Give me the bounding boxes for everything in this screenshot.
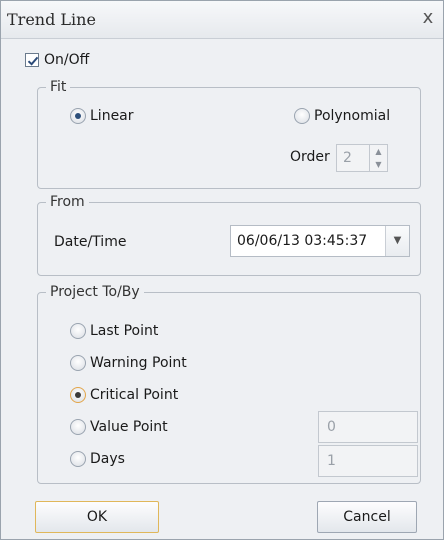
on-off-checkbox[interactable]	[25, 53, 39, 67]
value-point-radio[interactable]	[70, 419, 86, 435]
warning-point-radio[interactable]	[70, 355, 86, 371]
linear-radio[interactable]	[70, 108, 86, 124]
days-input[interactable]: 1	[318, 445, 418, 477]
title-bar: Trend Line x	[1, 1, 443, 39]
order-stepper-arrows[interactable]: ▲ ▼	[369, 145, 387, 171]
chevron-down-icon[interactable]: ▼	[370, 158, 387, 171]
warning-point-label: Warning Point	[90, 355, 187, 371]
days-radio[interactable]	[70, 451, 86, 467]
project-group: Project To/By Last Point Warning Point C…	[37, 283, 421, 484]
linear-label: Linear	[90, 108, 134, 124]
polynomial-label: Polynomial	[314, 108, 391, 124]
project-legend: Project To/By	[46, 283, 144, 301]
on-off-checkbox-row[interactable]: On/Off	[25, 50, 89, 70]
chevron-up-icon[interactable]: ▲	[370, 145, 387, 158]
value-point-value: 0	[327, 419, 336, 435]
ok-button[interactable]: OK	[35, 501, 159, 533]
datetime-picker[interactable]: 06/06/13 03:45:37 ▼	[230, 225, 410, 257]
value-point-input[interactable]: 0	[318, 411, 418, 443]
trend-line-dialog: Trend Line x On/Off Fit Linear Polynomia…	[0, 0, 444, 540]
polynomial-radio[interactable]	[294, 108, 310, 124]
on-off-label: On/Off	[44, 52, 90, 68]
fit-legend: Fit	[46, 78, 71, 96]
critical-point-radio[interactable]	[70, 387, 86, 403]
check-icon	[27, 56, 39, 66]
dropdown-arrow-icon[interactable]: ▼	[385, 226, 409, 256]
dialog-title: Trend Line	[7, 10, 96, 29]
order-value: 2	[343, 150, 352, 166]
datetime-label: Date/Time	[54, 234, 127, 250]
order-label: Order	[290, 149, 330, 165]
close-icon[interactable]: x	[417, 7, 439, 29]
last-point-radio[interactable]	[70, 323, 86, 339]
value-point-label: Value Point	[90, 419, 168, 435]
from-legend: From	[46, 193, 89, 211]
from-group: From Date/Time 06/06/13 03:45:37 ▼	[37, 193, 421, 276]
cancel-button[interactable]: Cancel	[317, 501, 417, 533]
datetime-value: 06/06/13 03:45:37	[237, 233, 368, 249]
critical-point-label: Critical Point	[90, 387, 179, 403]
days-label: Days	[90, 451, 125, 467]
days-value: 1	[327, 453, 336, 469]
fit-group: Fit Linear Polynomial Order 2 ▲ ▼	[37, 78, 421, 189]
last-point-label: Last Point	[90, 323, 159, 339]
order-stepper[interactable]: 2 ▲ ▼	[336, 144, 388, 172]
